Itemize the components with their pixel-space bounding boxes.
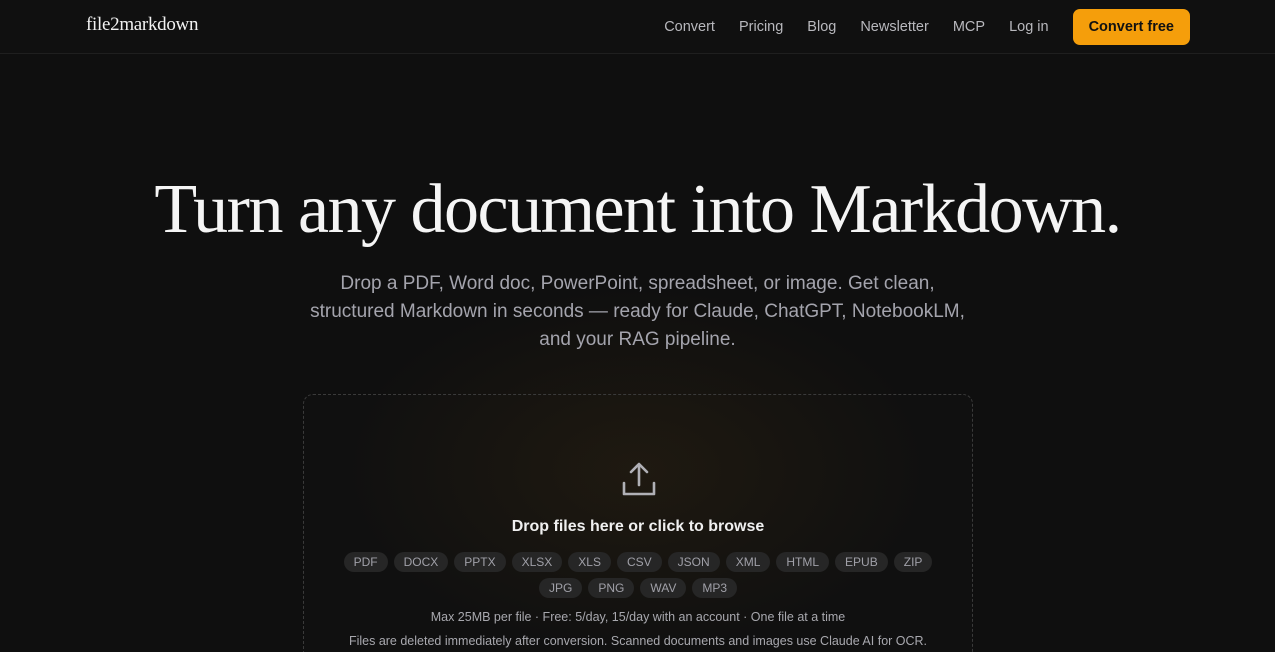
nav-link-mcp[interactable]: MCP [953,19,985,35]
nav-link-newsletter[interactable]: Newsletter [860,19,929,35]
format-chip-docx: DOCX [393,552,449,572]
convert-free-button[interactable]: Convert free [1072,8,1190,45]
format-chip-epub: EPUB [835,552,888,572]
upload-icon [622,462,656,496]
format-chip-xml: XML [725,552,771,572]
format-chip-pdf: PDF [343,552,388,572]
format-chip-wav: WAV [640,578,687,598]
top-nav: file2markdown Convert Pricing Blog Newsl… [0,0,1275,54]
format-chip-jpg: JPG [538,578,583,598]
format-chip-xls: XLS [568,552,611,572]
nav-link-convert[interactable]: Convert [664,19,715,35]
format-chip-json: JSON [667,552,720,572]
nav-link-login[interactable]: Log in [1009,19,1049,35]
nav-link-blog[interactable]: Blog [807,19,836,35]
dropzone-title: Drop files here or click to browse [511,518,765,535]
hero-title: Turn any document into Markdown. [154,171,1122,248]
brand-logo[interactable]: file2markdown [86,14,198,36]
format-chip-png: PNG [588,578,635,598]
format-chip-mp3: MP3 [692,578,738,598]
format-chips-row-2: JPG PNG WAV MP3 [304,578,972,598]
format-chip-pptx: PPTX [454,552,506,572]
nav-link-pricing[interactable]: Pricing [739,19,783,35]
upload-limits-text: Max 25MB per file · Free: 5/day, 15/day … [430,610,846,624]
privacy-note: Files are deleted immediately after conv… [348,634,928,648]
hero-subtitle: Drop a PDF, Word doc, PowerPoint, spread… [310,273,965,350]
format-chip-zip: ZIP [893,552,933,572]
format-chip-csv: CSV [616,552,662,572]
format-chip-html: HTML [776,552,830,572]
format-chip-xlsx: XLSX [511,552,563,572]
format-chips-row-1: PDF DOCX PPTX XLSX XLS CSV JSON XML HTML… [304,552,972,572]
file-dropzone[interactable]: Drop files here or click to browse PDF D… [303,394,973,652]
nav-links: Convert Pricing Blog Newsletter MCP Log … [664,0,1275,53]
